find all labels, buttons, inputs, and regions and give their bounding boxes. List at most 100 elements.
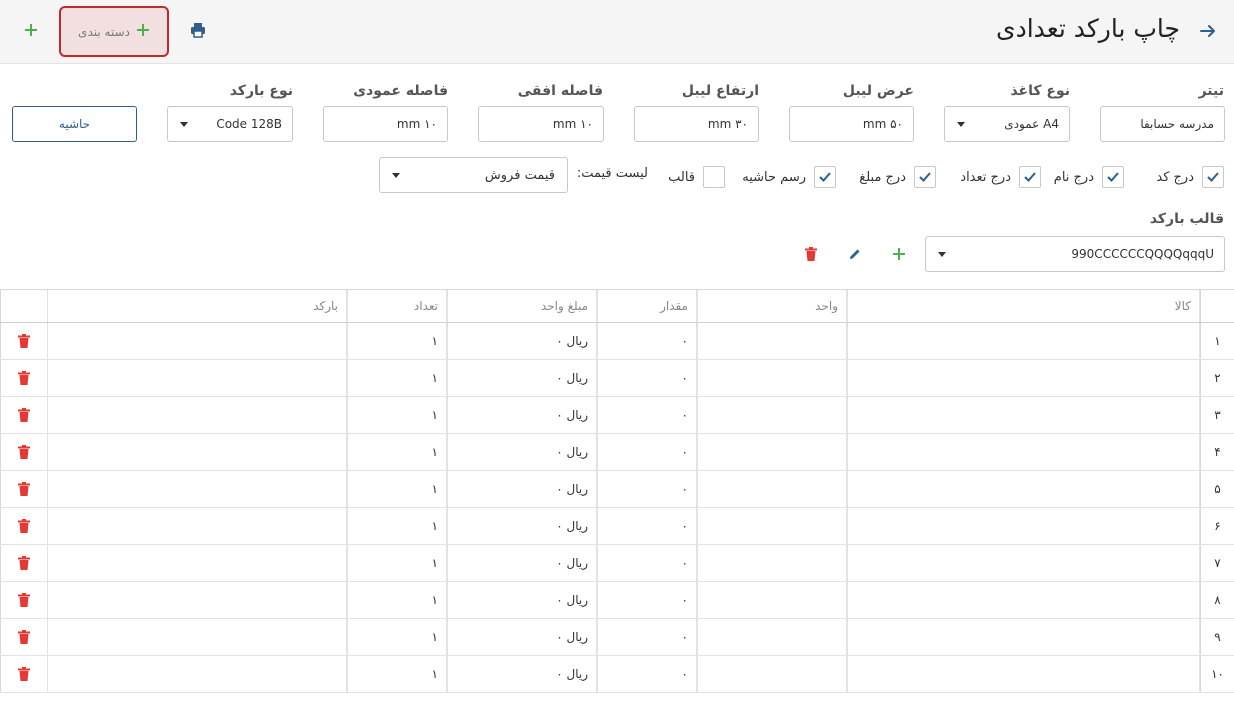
goods-cell[interactable] xyxy=(847,582,1200,618)
amount-cell[interactable]: ۰ xyxy=(597,471,697,507)
unit-price-cell[interactable]: ریال ۰ xyxy=(447,471,597,507)
paper-type-select[interactable]: A4 عمودی xyxy=(944,106,1070,142)
unit-cell[interactable] xyxy=(697,471,847,507)
delete-row-button[interactable] xyxy=(0,508,47,544)
count-cell[interactable]: ۱ xyxy=(347,360,447,396)
barcode-template-select[interactable]: 990CCCCCCQQQQqqqU xyxy=(925,236,1225,272)
count-cell[interactable]: ۱ xyxy=(347,582,447,618)
delete-row-button[interactable] xyxy=(0,397,47,433)
price-list-select[interactable]: قیمت فروش xyxy=(379,157,568,193)
h-spacing-input[interactable]: ۱۰ mm xyxy=(478,106,604,142)
delete-row-button[interactable] xyxy=(0,471,47,507)
unit-cell[interactable] xyxy=(697,397,847,433)
count-cell[interactable]: ۱ xyxy=(347,434,447,470)
unit-cell[interactable] xyxy=(697,360,847,396)
delete-row-button[interactable] xyxy=(0,323,47,359)
barcode-cell[interactable] xyxy=(47,582,347,618)
checkbox[interactable] xyxy=(1202,166,1224,188)
unit-price-cell[interactable]: ریال ۰ xyxy=(447,656,597,692)
delete-row-button[interactable] xyxy=(0,360,47,396)
unit-cell[interactable] xyxy=(697,323,847,359)
checkbox[interactable] xyxy=(914,166,936,188)
delete-row-button[interactable] xyxy=(0,434,47,470)
goods-cell[interactable] xyxy=(847,508,1200,544)
amount-cell[interactable]: ۰ xyxy=(597,397,697,433)
count-cell[interactable]: ۱ xyxy=(347,619,447,655)
barcode-cell[interactable] xyxy=(47,619,347,655)
barcode-cell[interactable] xyxy=(47,508,347,544)
barcode-cell[interactable] xyxy=(47,434,347,470)
unit-cell[interactable] xyxy=(697,582,847,618)
goods-cell[interactable] xyxy=(847,323,1200,359)
unit-price-cell[interactable]: ریال ۰ xyxy=(447,434,597,470)
unit-price-cell[interactable]: ریال ۰ xyxy=(447,619,597,655)
count-cell[interactable]: ۱ xyxy=(347,471,447,507)
checkbox[interactable] xyxy=(814,166,836,188)
amount-cell[interactable]: ۰ xyxy=(597,508,697,544)
margin-button[interactable]: حاشیه xyxy=(12,106,137,142)
delete-row-button[interactable] xyxy=(0,656,47,692)
check-template[interactable]: قالب xyxy=(668,165,725,189)
v-spacing-label: فاصله عمودی xyxy=(353,83,448,99)
check-insert-price[interactable]: درج مبلغ xyxy=(859,165,936,189)
check-insert-name[interactable]: درج نام xyxy=(1054,165,1124,189)
goods-cell[interactable] xyxy=(847,434,1200,470)
unit-cell[interactable] xyxy=(697,545,847,581)
delete-template-button[interactable] xyxy=(800,244,822,266)
category-button[interactable]: دسته بندی xyxy=(59,6,169,57)
checkbox[interactable] xyxy=(1019,166,1041,188)
add-button[interactable] xyxy=(18,18,44,44)
checkbox[interactable] xyxy=(1102,166,1124,188)
v-spacing-input[interactable]: ۱۰ mm xyxy=(323,106,448,142)
check-insert-code[interactable]: درج کد xyxy=(1156,165,1224,189)
label-width-input[interactable]: ۵۰ mm xyxy=(789,106,914,142)
title-input[interactable]: مدرسه حسابفا xyxy=(1100,106,1225,142)
edit-template-button[interactable] xyxy=(844,244,866,266)
check-insert-count[interactable]: درج تعداد xyxy=(960,165,1041,189)
goods-cell[interactable] xyxy=(847,619,1200,655)
barcode-cell[interactable] xyxy=(47,360,347,396)
count-cell[interactable]: ۱ xyxy=(347,545,447,581)
unit-cell[interactable] xyxy=(697,619,847,655)
add-template-button[interactable] xyxy=(888,244,910,266)
goods-cell[interactable] xyxy=(847,360,1200,396)
amount-cell[interactable]: ۰ xyxy=(597,360,697,396)
delete-row-button[interactable] xyxy=(0,619,47,655)
amount-cell[interactable]: ۰ xyxy=(597,582,697,618)
unit-price-cell[interactable]: ریال ۰ xyxy=(447,582,597,618)
barcode-cell[interactable] xyxy=(47,545,347,581)
unit-price-cell[interactable]: ریال ۰ xyxy=(447,323,597,359)
unit-cell[interactable] xyxy=(697,434,847,470)
amount-cell[interactable]: ۰ xyxy=(597,656,697,692)
unit-price-cell[interactable]: ریال ۰ xyxy=(447,360,597,396)
unit-cell[interactable] xyxy=(697,508,847,544)
label-height-input[interactable]: ۳۰ mm xyxy=(634,106,759,142)
barcode-type-select[interactable]: Code 128B xyxy=(167,106,293,142)
goods-cell[interactable] xyxy=(847,656,1200,692)
amount-cell[interactable]: ۰ xyxy=(597,434,697,470)
count-cell[interactable]: ۱ xyxy=(347,656,447,692)
barcode-cell[interactable] xyxy=(47,323,347,359)
barcode-cell[interactable] xyxy=(47,471,347,507)
unit-price-cell[interactable]: ریال ۰ xyxy=(447,545,597,581)
checkbox[interactable] xyxy=(703,166,725,188)
amount-cell[interactable]: ۰ xyxy=(597,619,697,655)
check-draw-border[interactable]: رسم حاشیه xyxy=(742,165,836,189)
count-cell[interactable]: ۱ xyxy=(347,323,447,359)
barcode-cell[interactable] xyxy=(47,656,347,692)
unit-cell[interactable] xyxy=(697,656,847,692)
delete-row-button[interactable] xyxy=(0,545,47,581)
barcode-cell[interactable] xyxy=(47,397,347,433)
count-cell[interactable]: ۱ xyxy=(347,397,447,433)
unit-price-cell[interactable]: ریال ۰ xyxy=(447,397,597,433)
goods-cell[interactable] xyxy=(847,471,1200,507)
delete-row-button[interactable] xyxy=(0,582,47,618)
count-cell[interactable]: ۱ xyxy=(347,508,447,544)
goods-cell[interactable] xyxy=(847,397,1200,433)
back-button[interactable] xyxy=(1194,18,1222,46)
print-button[interactable] xyxy=(185,18,211,44)
amount-cell[interactable]: ۰ xyxy=(597,323,697,359)
unit-price-cell[interactable]: ریال ۰ xyxy=(447,508,597,544)
amount-cell[interactable]: ۰ xyxy=(597,545,697,581)
goods-cell[interactable] xyxy=(847,545,1200,581)
